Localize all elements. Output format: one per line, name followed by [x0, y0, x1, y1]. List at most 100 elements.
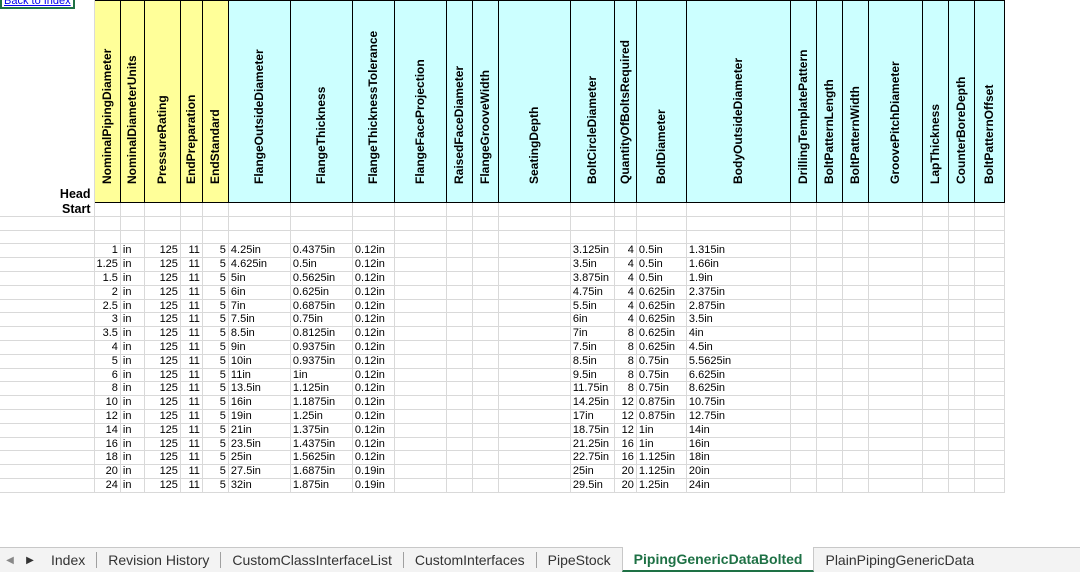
- cell[interactable]: [816, 381, 843, 397]
- cell[interactable]: [394, 326, 447, 341]
- cell[interactable]: [446, 271, 473, 286]
- cell[interactable]: 3.125in: [570, 243, 615, 259]
- cell[interactable]: [948, 271, 975, 286]
- cell[interactable]: [394, 216, 447, 231]
- cell[interactable]: in: [120, 381, 145, 397]
- cell[interactable]: 125: [144, 368, 181, 383]
- cell[interactable]: [472, 381, 499, 397]
- cell[interactable]: 4.5in: [686, 340, 791, 355]
- cell[interactable]: [842, 312, 869, 328]
- cell[interactable]: 21.25in: [570, 437, 615, 452]
- cell[interactable]: 21in: [228, 423, 291, 438]
- cell[interactable]: 0.12in: [352, 243, 395, 259]
- cell[interactable]: 0.625in: [636, 312, 687, 328]
- cell[interactable]: 7in: [570, 326, 615, 341]
- cell[interactable]: 7in: [228, 299, 291, 314]
- cell[interactable]: 125: [144, 423, 181, 438]
- cell[interactable]: [614, 202, 637, 217]
- cell[interactable]: 2.875in: [686, 299, 791, 314]
- cell[interactable]: [636, 216, 687, 231]
- cell[interactable]: [686, 202, 791, 217]
- cell[interactable]: in: [120, 271, 145, 286]
- cell[interactable]: [816, 340, 843, 355]
- cell[interactable]: 4: [614, 271, 637, 286]
- cell[interactable]: [948, 257, 975, 272]
- cell[interactable]: [922, 340, 949, 355]
- cell[interactable]: 125: [144, 326, 181, 341]
- cell[interactable]: in: [120, 326, 145, 341]
- cell[interactable]: 11in: [228, 368, 291, 383]
- cell[interactable]: [0, 257, 95, 272]
- cell[interactable]: 8: [614, 326, 637, 341]
- cell[interactable]: [202, 230, 229, 245]
- cell[interactable]: [974, 326, 1005, 341]
- cell[interactable]: 17in: [570, 409, 615, 424]
- cell[interactable]: 18in: [686, 450, 791, 466]
- column-header[interactable]: QuantityOfBoltsRequired: [613, 0, 637, 203]
- cell[interactable]: [394, 478, 447, 493]
- cell[interactable]: [868, 381, 923, 397]
- cell[interactable]: [498, 285, 571, 300]
- cell[interactable]: 4: [614, 299, 637, 314]
- cell[interactable]: [842, 409, 869, 424]
- cell[interactable]: [922, 354, 949, 369]
- cell[interactable]: [498, 409, 571, 424]
- cell[interactable]: [868, 395, 923, 410]
- cell[interactable]: in: [120, 464, 145, 479]
- cell[interactable]: [570, 230, 615, 245]
- cell[interactable]: 12: [614, 423, 637, 438]
- cell[interactable]: 11: [180, 464, 203, 479]
- cell[interactable]: [842, 202, 869, 217]
- cell[interactable]: [948, 450, 975, 466]
- cell[interactable]: in: [120, 257, 145, 272]
- cell[interactable]: [790, 409, 817, 424]
- cell[interactable]: [948, 340, 975, 355]
- cell[interactable]: [816, 243, 843, 259]
- cell[interactable]: 5: [202, 243, 229, 259]
- cell[interactable]: 3: [94, 312, 121, 328]
- cell[interactable]: 1.25in: [290, 409, 353, 424]
- cell[interactable]: [922, 395, 949, 410]
- cell[interactable]: 2.5: [94, 299, 121, 314]
- cell[interactable]: [394, 423, 447, 438]
- cell[interactable]: [922, 437, 949, 452]
- cell[interactable]: 11: [180, 423, 203, 438]
- cell[interactable]: [790, 395, 817, 410]
- cell[interactable]: 16: [614, 437, 637, 452]
- cell[interactable]: 125: [144, 285, 181, 300]
- cell[interactable]: [498, 326, 571, 341]
- cell[interactable]: 29.5in: [570, 478, 615, 493]
- cell[interactable]: 3.5: [94, 326, 121, 341]
- column-header[interactable]: PressureRating: [143, 0, 181, 203]
- cell[interactable]: [472, 409, 499, 424]
- cell[interactable]: 14: [94, 423, 121, 438]
- cell[interactable]: 1.25in: [636, 478, 687, 493]
- cell[interactable]: [842, 423, 869, 438]
- cell[interactable]: [868, 340, 923, 355]
- column-header[interactable]: CounterBoreDepth: [947, 0, 975, 203]
- scroll-right-icon[interactable]: ▶: [20, 548, 40, 572]
- cell[interactable]: [472, 285, 499, 300]
- cell[interactable]: [446, 299, 473, 314]
- cell[interactable]: in: [120, 312, 145, 328]
- cell[interactable]: 19in: [228, 409, 291, 424]
- cell[interactable]: [816, 257, 843, 272]
- cell[interactable]: 11: [180, 395, 203, 410]
- cell[interactable]: 5in: [228, 271, 291, 286]
- cell[interactable]: [394, 299, 447, 314]
- cell[interactable]: 0.12in: [352, 299, 395, 314]
- cell[interactable]: [842, 450, 869, 466]
- cell[interactable]: 125: [144, 271, 181, 286]
- cell[interactable]: [816, 216, 843, 231]
- sheet-tab[interactable]: CustomClassInterfaceList: [221, 548, 403, 572]
- cell[interactable]: [472, 299, 499, 314]
- cell[interactable]: [352, 216, 395, 231]
- cell[interactable]: [472, 423, 499, 438]
- cell[interactable]: 0.625in: [636, 326, 687, 341]
- sheet-tab[interactable]: Revision History: [97, 548, 220, 572]
- cell[interactable]: [868, 257, 923, 272]
- cell[interactable]: 0.8125in: [290, 326, 353, 341]
- cell[interactable]: [868, 450, 923, 466]
- cell[interactable]: 1.125in: [290, 381, 353, 397]
- cell[interactable]: [868, 368, 923, 383]
